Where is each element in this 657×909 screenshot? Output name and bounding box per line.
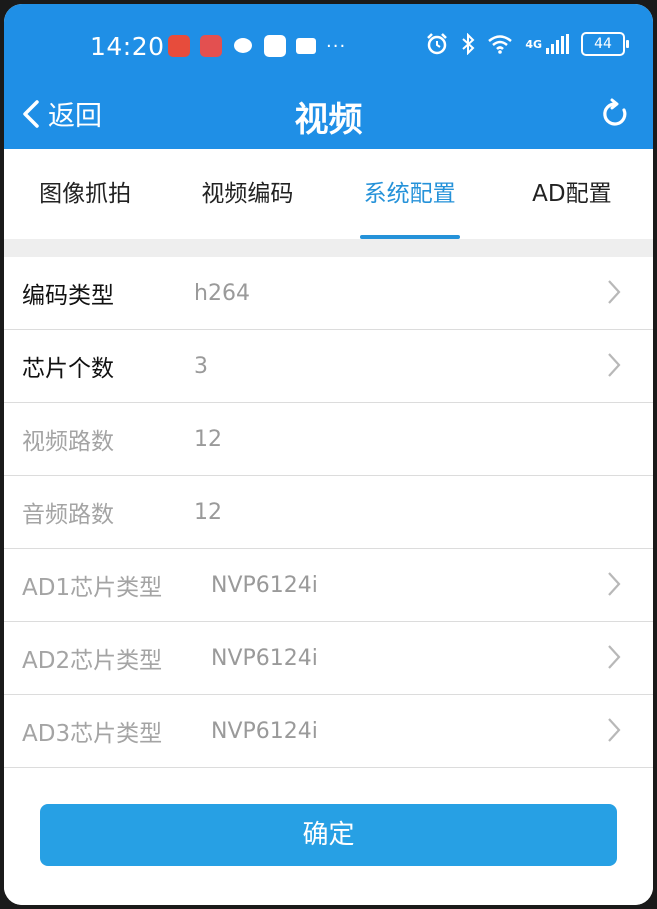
more-dots-icon: ··· [326, 35, 347, 57]
row-encoding-type[interactable]: 编码类型 h264 [4, 257, 653, 330]
page-title: 视频 [294, 100, 363, 140]
chevron-right-icon [608, 572, 621, 596]
notification-icons: ··· [168, 34, 346, 58]
bluetooth-icon [462, 33, 475, 55]
network-type: 4G [525, 37, 542, 51]
app-white-icon [264, 35, 286, 57]
wifi-icon [488, 35, 513, 54]
row-value: NVP6124i [211, 718, 318, 744]
status-bar: 14:20 ··· 4G 44 [4, 4, 653, 82]
row-label: AD1芯片类型 [22, 575, 163, 601]
tab-video-encoding[interactable]: 视频编码 [166, 149, 328, 239]
tab-system-config[interactable]: 系统配置 [329, 149, 491, 239]
chevron-right-icon [608, 645, 621, 669]
section-divider [4, 239, 653, 257]
row-value: 12 [194, 426, 222, 452]
status-time: 14:20 [90, 32, 165, 61]
row-label: 视频路数 [22, 429, 114, 455]
refresh-icon[interactable] [599, 98, 631, 130]
chevron-right-icon [608, 280, 621, 304]
top-bar: 14:20 ··· 4G 44 返回 视频 [4, 4, 653, 149]
row-value: h264 [194, 280, 250, 306]
app-red-icon [200, 35, 222, 57]
alarm-icon [427, 33, 448, 55]
confirm-button[interactable]: 确定 [40, 804, 617, 866]
row-label: AD2芯片类型 [22, 648, 163, 674]
app-huawei-icon [168, 35, 190, 57]
settings-list: 编码类型 h264 芯片个数 3 视频路数 12 音频路数 12 AD1芯片类型… [4, 257, 653, 768]
tab-ad-config[interactable]: AD配置 [491, 149, 653, 239]
row-video-channels: 视频路数 12 [4, 403, 653, 476]
tab-image-capture[interactable]: 图像抓拍 [4, 149, 166, 239]
nav-header: 返回 视频 [4, 84, 653, 146]
row-value: NVP6124i [211, 572, 318, 598]
tab-bar: 图像抓拍 视频编码 系统配置 AD配置 [4, 149, 653, 239]
row-label: 音频路数 [22, 502, 114, 528]
chevron-right-icon [608, 718, 621, 742]
row-ad3-chip-type[interactable]: AD3芯片类型 NVP6124i [4, 695, 653, 768]
chevron-right-icon [608, 353, 621, 377]
phone-screen: 14:20 ··· 4G 44 返回 视频 图像抓拍 视频编码 系统配置 AD配… [4, 4, 653, 905]
row-value: NVP6124i [211, 645, 318, 671]
row-audio-channels: 音频路数 12 [4, 476, 653, 549]
row-label: 芯片个数 [22, 356, 114, 382]
row-ad2-chip-type[interactable]: AD2芯片类型 NVP6124i [4, 622, 653, 695]
battery-icon: 44 [581, 32, 629, 56]
signal-icon [546, 34, 569, 54]
row-chip-count[interactable]: 芯片个数 3 [4, 330, 653, 403]
button-area: 确定 [4, 768, 653, 905]
chat-bubble-icon [232, 35, 254, 57]
row-value: 12 [194, 499, 222, 525]
row-label: AD3芯片类型 [22, 721, 163, 747]
row-label: 编码类型 [22, 283, 114, 309]
mail-icon [296, 38, 316, 54]
system-icons: 4G 44 [425, 32, 629, 56]
row-value: 3 [194, 353, 208, 379]
row-ad1-chip-type[interactable]: AD1芯片类型 NVP6124i [4, 549, 653, 622]
